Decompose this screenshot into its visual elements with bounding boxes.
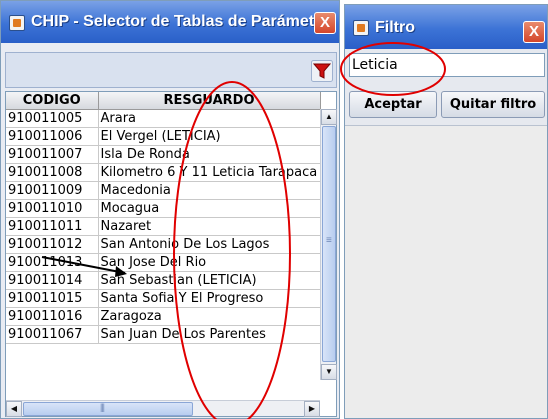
cell-resguardo: Kilometro 6 Y 11 Leticia Tarapaca: [98, 163, 321, 182]
table-row[interactable]: 910011014 San Sebastian (LETICIA): [6, 271, 321, 290]
table-container: CODIGO RESGUARDO 910011005 Arara 91001100…: [5, 91, 337, 417]
table-row[interactable]: 910011016 Zaragoza: [6, 307, 321, 326]
cell-resguardo: San Sebastian (LETICIA): [98, 271, 321, 290]
table-row[interactable]: 910011012 San Antonio De Los Lagos: [6, 235, 321, 254]
table-row[interactable]: 910011015 Santa Sofia Y El Progreso: [6, 289, 321, 308]
main-window-title: CHIP - Selector de Tablas de Parámet...: [31, 13, 328, 30]
table-row[interactable]: 910011005 Arara: [6, 109, 321, 128]
cell-resguardo: Santa Sofia Y El Progreso: [98, 289, 321, 308]
filter-titlebar[interactable]: Filtro X: [345, 5, 547, 49]
cell-resguardo: Mocagua: [98, 199, 321, 218]
cell-resguardo: Zaragoza: [98, 307, 321, 326]
cell-codigo: 910011010: [6, 199, 99, 218]
cell-resguardo: San Antonio De Los Lagos: [98, 235, 321, 254]
app-icon: [353, 20, 369, 36]
cell-resguardo: Nazaret: [98, 217, 321, 236]
vertical-scrollbar[interactable]: ▲ ▼: [320, 109, 337, 380]
vertical-scroll-thumb[interactable]: [322, 126, 336, 362]
toolbar: [5, 52, 337, 88]
accept-button[interactable]: Aceptar: [349, 91, 437, 118]
table-row[interactable]: 910011009 Macedonia: [6, 181, 321, 200]
cell-codigo: 910011067: [6, 325, 99, 344]
main-titlebar[interactable]: CHIP - Selector de Tablas de Parámet... …: [1, 1, 339, 43]
column-header-codigo[interactable]: CODIGO: [6, 92, 99, 110]
app-icon: [9, 15, 25, 31]
table-row[interactable]: 910011008 Kilometro 6 Y 11 Leticia Tarapa…: [6, 163, 321, 182]
resguardo-table: CODIGO RESGUARDO 910011005 Arara 91001100…: [6, 92, 321, 344]
filter-icon[interactable]: [311, 60, 333, 82]
cell-resguardo: Isla De Ronda: [98, 145, 321, 164]
table-row[interactable]: 910011067 San Juan De Los Parentes: [6, 325, 321, 344]
cell-codigo: 910011016: [6, 307, 99, 326]
scroll-down-icon[interactable]: ▼: [321, 364, 337, 380]
close-icon[interactable]: X: [523, 21, 545, 43]
scroll-up-icon[interactable]: ▲: [321, 109, 337, 125]
cell-resguardo: San Juan De Los Parentes: [98, 325, 321, 344]
cell-codigo: 910011005: [6, 109, 99, 128]
cell-resguardo: Arara: [98, 109, 321, 128]
filter-input[interactable]: [349, 53, 545, 77]
cell-resguardo: San Jose Del Rio: [98, 253, 321, 272]
scroll-left-icon[interactable]: ◀: [6, 401, 22, 417]
cell-codigo: 910011008: [6, 163, 99, 182]
filter-window: Filtro X Aceptar Quitar filtro: [344, 4, 548, 419]
cell-codigo: 910011009: [6, 181, 99, 200]
cell-resguardo: El Vergel (LETICIA): [98, 127, 321, 146]
cell-codigo: 910011006: [6, 127, 99, 146]
table-row[interactable]: 910011010 Mocagua: [6, 199, 321, 218]
table-row[interactable]: 910011013 San Jose Del Rio: [6, 253, 321, 272]
table-selector-window: CHIP - Selector de Tablas de Parámet... …: [0, 0, 340, 419]
table-header-row: CODIGO RESGUARDO: [6, 92, 321, 110]
filter-window-title: Filtro: [375, 19, 415, 36]
filter-panel: Aceptar Quitar filtro: [345, 49, 547, 126]
cell-codigo: 910011015: [6, 289, 99, 308]
table-row[interactable]: 910011011 Nazaret: [6, 217, 321, 236]
horizontal-scroll-thumb[interactable]: [23, 402, 193, 416]
close-icon[interactable]: X: [314, 12, 336, 34]
horizontal-scrollbar[interactable]: ◀ ▶: [6, 400, 320, 417]
cell-resguardo: Macedonia: [98, 181, 321, 200]
cell-codigo: 910011011: [6, 217, 99, 236]
cell-codigo: 910011012: [6, 235, 99, 254]
column-header-resguardo[interactable]: RESGUARDO: [98, 92, 321, 110]
clear-filter-button[interactable]: Quitar filtro: [441, 91, 545, 118]
scroll-right-icon[interactable]: ▶: [304, 401, 320, 417]
cell-codigo: 910011014: [6, 271, 99, 290]
table-row[interactable]: 910011007 Isla De Ronda: [6, 145, 321, 164]
cell-codigo: 910011007: [6, 145, 99, 164]
cell-codigo: 910011013: [6, 253, 99, 272]
table-row[interactable]: 910011006 El Vergel (LETICIA): [6, 127, 321, 146]
